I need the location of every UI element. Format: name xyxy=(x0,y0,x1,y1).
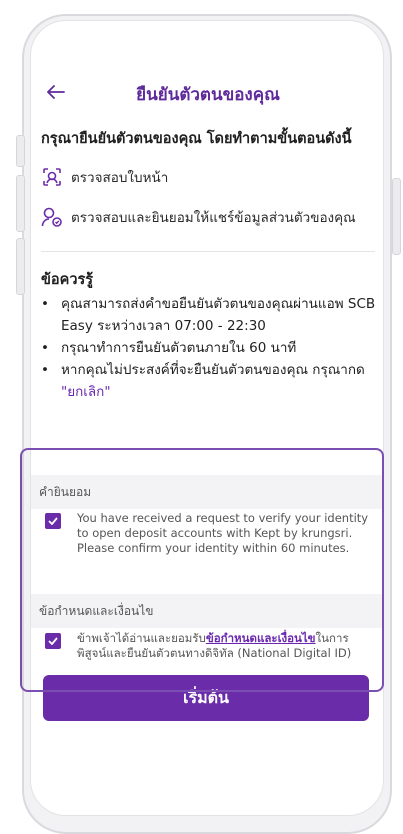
phone-side-button xyxy=(16,175,25,232)
know-list: • คุณสามารถส่งคำขอยืนยันตัวตนของคุณผ่านแอ… xyxy=(41,293,377,403)
step-face-check: ตรวจสอบใบหน้า xyxy=(41,166,168,188)
phone-screen: ยืนยันตัวตนของคุณ กรุณายืนยันตัวตนของคุณ… xyxy=(30,20,384,816)
step-consent-check: ตรวจสอบและยินยอมให้แชร์ข้อมูลส่วนตัวของค… xyxy=(41,206,356,228)
phone-side-button xyxy=(16,238,25,295)
step-label: ตรวจสอบใบหน้า xyxy=(71,170,169,186)
face-scan-icon xyxy=(41,166,63,188)
list-item: • หากคุณไม่ประสงค์ที่จะยืนยันตัวตนของคุณ … xyxy=(41,362,365,400)
section-title-know: ข้อควรรู้ xyxy=(41,272,94,288)
consent-highlight-frame xyxy=(20,448,384,692)
page-title: ยืนยันตัวตนของคุณ xyxy=(136,85,280,105)
phone-side-button xyxy=(392,178,401,255)
list-item: • คุณสามารถส่งคำขอยืนยันตัวตนของคุณผ่านแอ… xyxy=(41,296,376,334)
divider xyxy=(41,251,375,252)
phone-side-button xyxy=(16,135,25,167)
list-item: • กรุณาทำการยืนยันตัวตนภายใน 60 นาที xyxy=(41,340,297,356)
intro-text: กรุณายืนยันตัวตนของคุณ โดยทำตามขั้นตอนดั… xyxy=(41,131,352,147)
app-header: ยืนยันตัวตนของคุณ xyxy=(31,77,383,111)
user-consent-icon xyxy=(41,206,63,228)
step-label: ตรวจสอบและยินยอมให้แชร์ข้อมูลส่วนตัวของค… xyxy=(71,210,356,226)
cancel-link[interactable]: "ยกเลิก" xyxy=(61,384,111,400)
